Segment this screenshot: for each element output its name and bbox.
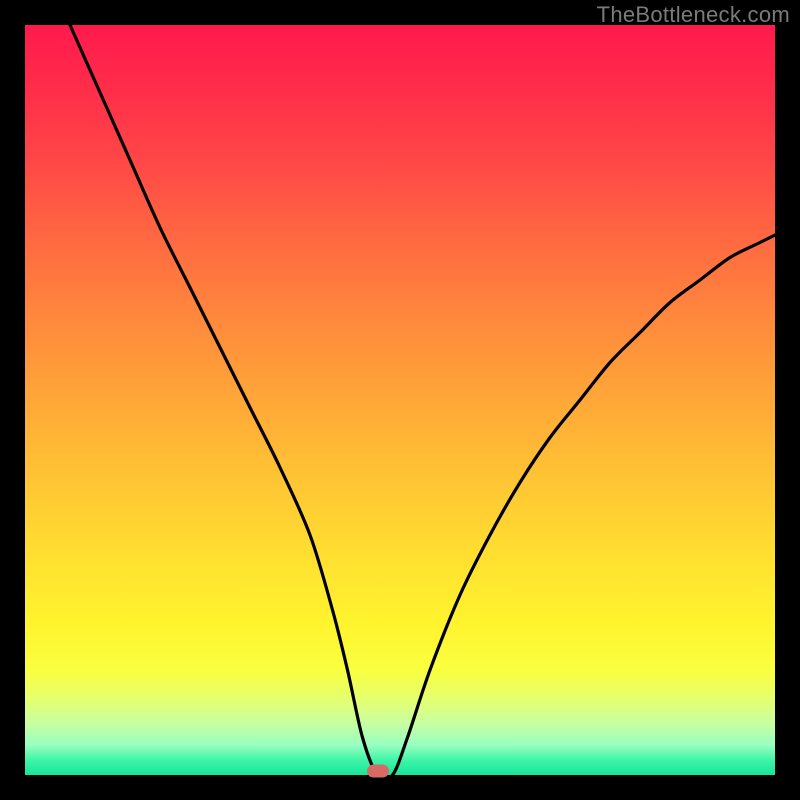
chart-frame: TheBottleneck.com [0, 0, 800, 800]
curve-svg [25, 25, 775, 775]
optimum-marker [367, 765, 389, 778]
bottleneck-curve [70, 25, 775, 775]
plot-area [25, 25, 775, 775]
